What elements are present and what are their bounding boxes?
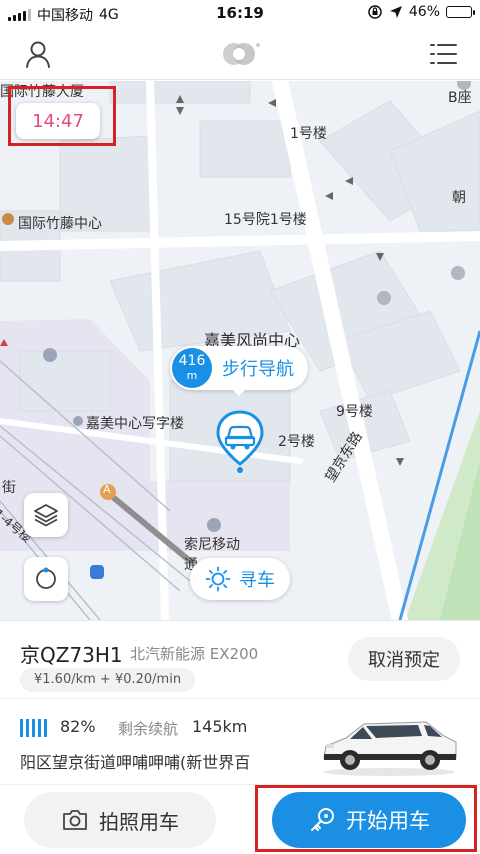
distance-value: 416 [178, 353, 206, 370]
range-label: 剩余续航 [118, 720, 179, 738]
distance-badge: 416 m [172, 348, 212, 388]
car-image [323, 721, 457, 776]
locate-button[interactable] [24, 557, 68, 601]
map-label: 15号院1号楼 [224, 212, 307, 228]
car-info-card: 京QZ73H1 北汽新能源 EX200 ¥1.60/km + ¥0.20/min… [0, 620, 480, 698]
battery-text: 46% [408, 4, 440, 20]
photo-use-label: 拍照用车 [99, 809, 179, 834]
car-location-pin-icon[interactable] [214, 410, 266, 474]
lock-rotation-icon [368, 5, 382, 19]
license-plate: 京QZ73H1 [20, 643, 123, 667]
countdown-timer: 14:47 [16, 103, 100, 139]
poi-a-label: A [103, 483, 111, 496]
status-right: 46% [367, 4, 475, 20]
cancel-reservation-button[interactable]: 取消预定 [348, 637, 460, 681]
find-car-button[interactable]: 寻车 [190, 558, 290, 600]
walk-nav-label: 步行导航 [222, 359, 294, 380]
car-model: 北汽新能源 EX200 [130, 645, 259, 663]
light-icon [205, 566, 231, 592]
top-nav [0, 28, 480, 80]
battery-percent: 82% [60, 717, 96, 736]
map-label: 国际竹藤中心 [18, 216, 102, 232]
map-label: B座 [448, 90, 472, 106]
find-car-label: 寻车 [239, 570, 275, 591]
distance-unit: m [186, 368, 198, 382]
map-label: 索尼移动 [184, 537, 240, 553]
map-label: 街 [2, 480, 16, 496]
start-use-button[interactable]: 开始用车 [272, 792, 466, 848]
map-label: 国际竹藤大厦 [0, 84, 84, 100]
status-bar: 中国移动 4G 16:19 46% [0, 0, 480, 28]
battery-icon [446, 6, 475, 18]
layers-icon [34, 504, 58, 527]
camera-icon [63, 810, 87, 830]
walk-nav-button[interactable]: 416 m 步行导航 [170, 346, 308, 390]
start-use-label: 开始用车 [346, 809, 430, 833]
locate-icon [36, 567, 56, 589]
map-label: 9号楼 [336, 404, 373, 420]
layers-button[interactable] [24, 493, 68, 537]
app-logo-icon [223, 43, 260, 65]
car-address: 阳区望京街道呷哺呷哺(新世界百 [20, 753, 251, 772]
bubble-tail [231, 388, 247, 396]
location-arrow-icon [389, 6, 402, 18]
range-value: 145km [192, 717, 248, 736]
battery-level-icon [20, 719, 47, 737]
photo-use-button[interactable]: 拍照用车 [24, 792, 216, 848]
user-icon[interactable] [22, 38, 54, 70]
map-label: 2号楼 [278, 434, 315, 450]
key-icon [311, 808, 334, 831]
list-menu-icon[interactable] [428, 40, 458, 68]
map-label: 1号楼 [290, 126, 327, 142]
map-label: 朝 [452, 190, 466, 206]
price-badge: ¥1.60/km + ¥0.20/min [20, 668, 196, 692]
map-label: 嘉美中心写字楼 [86, 416, 184, 432]
